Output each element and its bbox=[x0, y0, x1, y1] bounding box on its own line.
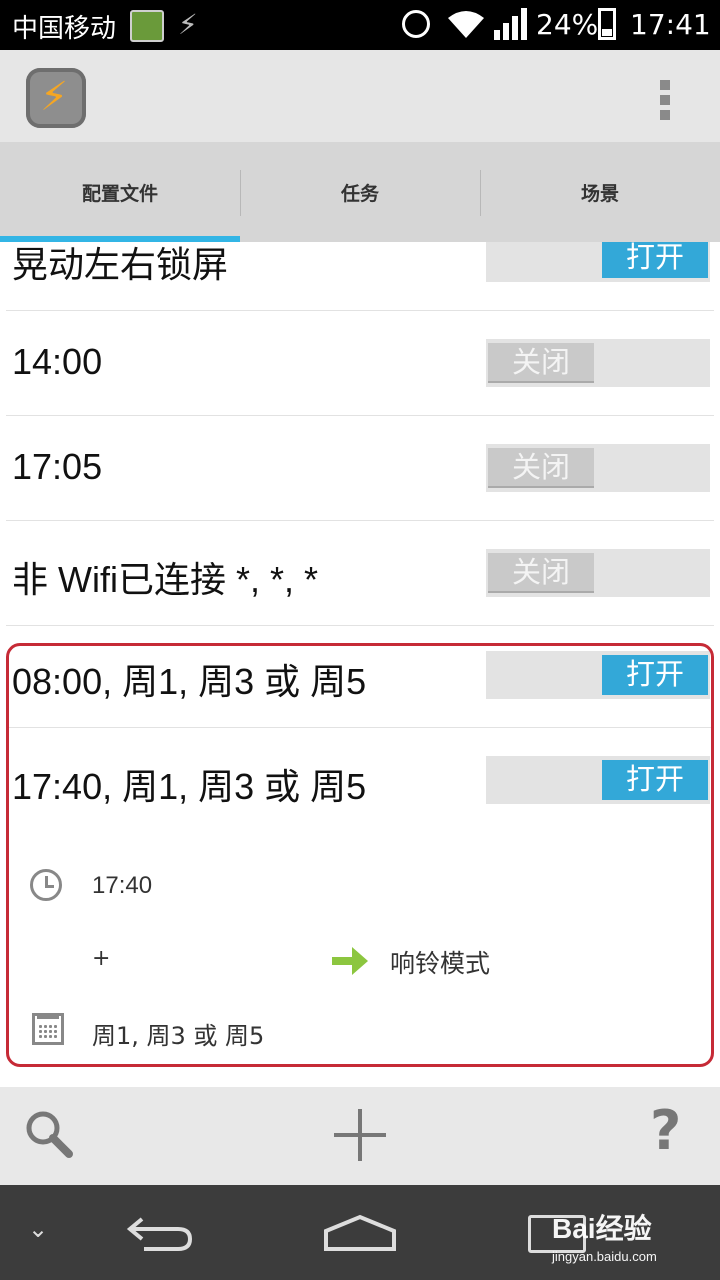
tab-bar: 配置文件 任务 场景 bbox=[0, 142, 720, 242]
home-icon[interactable] bbox=[322, 1213, 398, 1253]
profile-name: 非 Wifi已连接 *, *, * bbox=[12, 559, 319, 600]
overflow-menu-icon[interactable] bbox=[660, 80, 672, 120]
toggle-label: 打开 bbox=[602, 242, 708, 278]
chevron-down-icon[interactable]: ⌄ bbox=[28, 1215, 48, 1243]
battery-percent: 24% bbox=[536, 8, 599, 41]
notification-bolt-icon: ⚡ bbox=[178, 8, 198, 41]
toggle-label: 关闭 bbox=[488, 448, 594, 488]
watermark-url: jingyan.baidu.com bbox=[552, 1249, 657, 1264]
tab-scenes[interactable]: 场景 bbox=[480, 142, 720, 242]
list-item[interactable]: 14:00 关闭 bbox=[6, 311, 714, 416]
toggle-label: 关闭 bbox=[488, 553, 594, 593]
signal-icon bbox=[494, 8, 527, 40]
tasker-logo-icon[interactable]: ⚡ bbox=[26, 68, 86, 128]
notification-app-icon bbox=[130, 10, 164, 42]
profile-toggle[interactable]: 关闭 bbox=[486, 339, 710, 387]
help-icon[interactable]: ? bbox=[650, 1099, 681, 1162]
status-time: 17:41 bbox=[630, 8, 711, 41]
list-item[interactable]: 17:05 关闭 bbox=[6, 416, 714, 521]
wifi-icon bbox=[448, 11, 484, 38]
highlight-box bbox=[6, 643, 714, 1067]
back-icon[interactable] bbox=[126, 1213, 196, 1253]
toggle-label: 关闭 bbox=[488, 343, 594, 383]
carrier-name: 中国移动 bbox=[12, 14, 117, 44]
tab-tasks[interactable]: 任务 bbox=[240, 142, 480, 242]
list-item[interactable]: 非 Wifi已连接 *, *, * 关闭 bbox=[6, 521, 714, 626]
baidu-jingyan-watermark: Bai经验 jingyan.baidu.com bbox=[552, 1207, 657, 1264]
profile-toggle[interactable]: 关闭 bbox=[486, 549, 710, 597]
profile-toggle[interactable]: 打开 bbox=[486, 242, 710, 282]
profile-name: 晃动左右锁屏 bbox=[12, 244, 229, 285]
bottom-toolbar: ? bbox=[0, 1087, 720, 1185]
tab-profiles[interactable]: 配置文件 bbox=[0, 142, 240, 242]
status-bar: 中国移动 ⚡ 24% 17:41 bbox=[0, 0, 720, 50]
watermark-brand: Bai经验 bbox=[552, 1213, 652, 1244]
profile-toggle[interactable]: 关闭 bbox=[486, 444, 710, 492]
action-bar: ⚡ bbox=[0, 50, 720, 142]
system-nav-bar: ⌄ Bai经验 jingyan.baidu.com bbox=[0, 1185, 720, 1280]
alarm-icon bbox=[402, 10, 430, 38]
add-icon[interactable] bbox=[332, 1107, 388, 1163]
profile-name: 14:00 bbox=[12, 341, 103, 382]
search-icon[interactable] bbox=[24, 1109, 74, 1159]
profile-name: 17:05 bbox=[12, 446, 103, 487]
battery-icon bbox=[598, 8, 616, 40]
list-item[interactable]: 晃动左右锁屏 打开 bbox=[6, 242, 714, 311]
